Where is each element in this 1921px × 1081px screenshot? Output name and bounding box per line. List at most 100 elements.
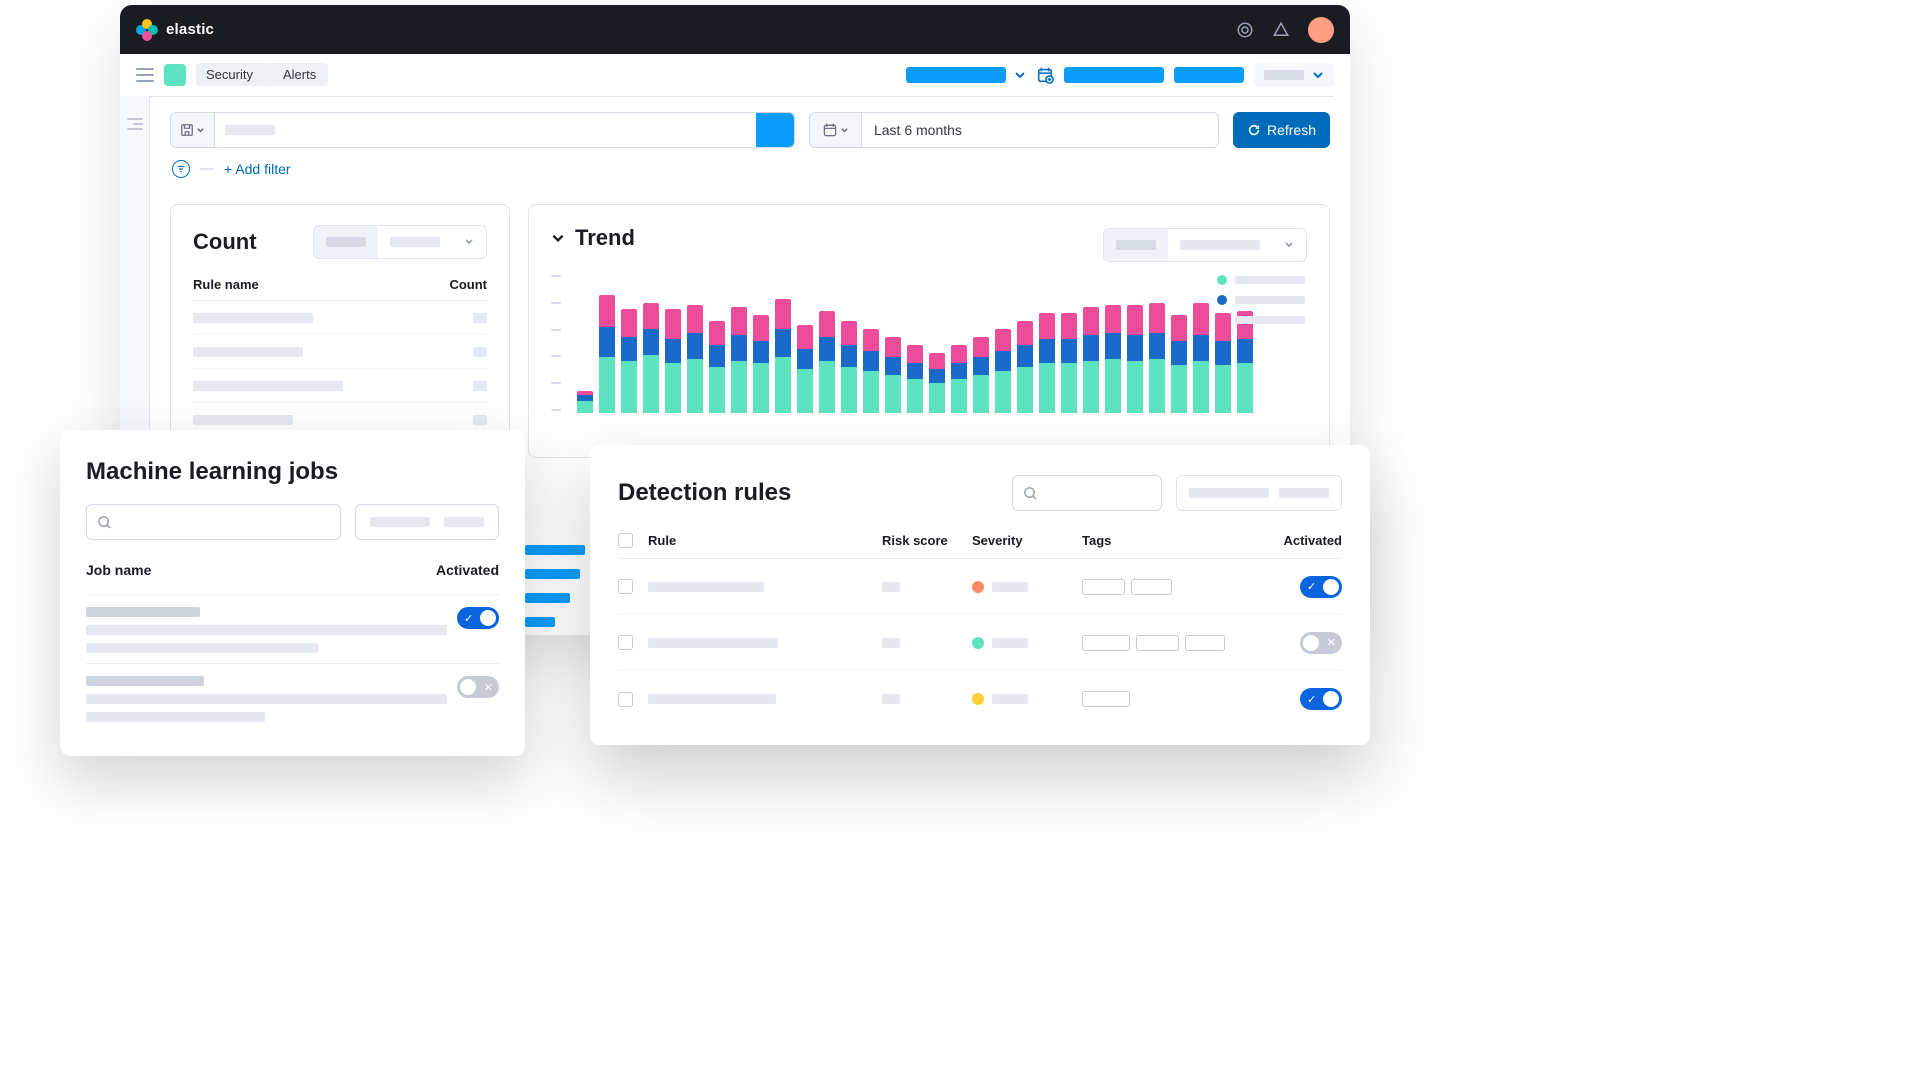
breadcrumb-item-alerts[interactable]: Alerts	[265, 63, 328, 86]
tag-chip[interactable]	[1131, 579, 1172, 595]
calendar-icon	[810, 113, 862, 147]
news-icon[interactable]	[1272, 21, 1290, 39]
elastic-logo-icon	[136, 19, 158, 41]
trend-bar	[643, 303, 659, 413]
row-checkbox[interactable]	[618, 692, 633, 707]
detection-filter-button[interactable]	[1176, 475, 1342, 511]
trend-bar	[819, 311, 835, 413]
row-checkbox[interactable]	[618, 635, 633, 650]
activated-toggle[interactable]: ✕	[457, 676, 499, 698]
trend-bar	[1215, 313, 1231, 413]
detection-rule-row: ✓	[618, 671, 1342, 727]
tag-chip[interactable]	[1082, 579, 1125, 595]
tag-chip[interactable]	[1082, 691, 1130, 707]
saved-query-icon[interactable]	[171, 113, 215, 147]
legend-item[interactable]	[1217, 275, 1305, 285]
nav-toggle-icon[interactable]	[136, 68, 154, 82]
date-range-picker[interactable]: Last 6 months	[809, 112, 1219, 148]
activated-toggle[interactable]: ✓	[1300, 688, 1342, 710]
header-link-2[interactable]	[1064, 67, 1164, 83]
count-row	[193, 301, 487, 335]
filter-bar: + Add filter	[170, 160, 1330, 178]
ml-col-activated: Activated	[436, 562, 499, 578]
count-col-count: Count	[449, 277, 487, 292]
trend-bar	[1149, 303, 1165, 413]
trend-groupby-select[interactable]	[1103, 228, 1307, 262]
severity-dot	[972, 637, 984, 649]
legend-item[interactable]	[1217, 295, 1305, 305]
chevron-down-icon	[1014, 69, 1026, 81]
user-avatar[interactable]	[1308, 17, 1334, 43]
trend-chart	[551, 273, 1307, 413]
detection-card-title: Detection rules	[618, 479, 791, 507]
trend-bar	[1039, 313, 1055, 413]
space-chip[interactable]	[164, 64, 186, 86]
detection-search-input[interactable]	[1012, 475, 1162, 511]
tag-chip[interactable]	[1185, 635, 1225, 651]
trend-bar	[1105, 305, 1121, 413]
trend-bar	[951, 345, 967, 413]
trend-bar	[599, 295, 615, 413]
trend-bar	[1061, 313, 1077, 413]
kql-input[interactable]	[170, 112, 795, 148]
chevron-down-icon	[1312, 69, 1324, 81]
trend-bar	[863, 329, 879, 413]
activated-toggle[interactable]: ✓	[1300, 576, 1342, 598]
header-dropdown[interactable]	[1254, 63, 1334, 87]
header-actions	[1236, 17, 1334, 43]
brand-cluster: elastic	[136, 19, 214, 41]
ml-search-input[interactable]	[86, 504, 341, 540]
date-range-label: Last 6 months	[862, 113, 1218, 147]
activated-toggle[interactable]: ✕	[1300, 632, 1342, 654]
add-filter-button[interactable]: + Add filter	[224, 161, 291, 177]
ml-card-title: Machine learning jobs	[86, 458, 499, 486]
trend-bar	[1171, 315, 1187, 413]
det-col-activated: Activated	[1262, 533, 1342, 548]
detection-table-header: Rule Risk score Severity Tags Activated	[618, 533, 1342, 559]
trend-panel: Trend	[528, 204, 1330, 458]
trend-bar	[687, 305, 703, 413]
trend-bars	[577, 273, 1307, 413]
severity-dot	[972, 693, 984, 705]
breadcrumb: Security Alerts	[196, 63, 328, 86]
count-groupby-select[interactable]	[313, 225, 487, 259]
trend-bar	[929, 353, 945, 413]
ml-filter-button[interactable]	[355, 504, 499, 540]
legend-item[interactable]	[1217, 315, 1305, 325]
trend-bar	[621, 309, 637, 413]
trend-bar	[885, 337, 901, 413]
kql-toggle[interactable]	[756, 113, 794, 147]
trend-bar	[907, 345, 923, 413]
select-all-checkbox[interactable]	[618, 533, 633, 548]
tag-chip[interactable]	[1136, 635, 1180, 651]
header-link-3[interactable]	[1174, 67, 1244, 83]
search-icon	[1023, 486, 1038, 501]
row-checkbox[interactable]	[618, 579, 633, 594]
severity-dot	[972, 581, 984, 593]
chevron-down-icon[interactable]	[551, 231, 565, 245]
refresh-button[interactable]: Refresh	[1233, 112, 1330, 148]
help-icon[interactable]	[1236, 21, 1254, 39]
trend-bar	[797, 325, 813, 413]
activated-toggle[interactable]: ✓	[457, 607, 499, 629]
ml-col-job: Job name	[86, 562, 151, 578]
tag-chip[interactable]	[1082, 635, 1130, 651]
query-bar: Last 6 months Refresh	[170, 112, 1330, 148]
filter-icon[interactable]	[172, 160, 190, 178]
trend-panel-title: Trend	[575, 225, 635, 251]
search-icon	[97, 515, 112, 530]
header-link-1[interactable]	[906, 67, 1026, 83]
trend-bar	[775, 299, 791, 413]
calendar-add-icon[interactable]	[1036, 66, 1054, 84]
trend-bar	[973, 337, 989, 413]
trend-bar	[577, 391, 593, 413]
trend-bar	[753, 315, 769, 413]
panels-row: Count Rule name Count	[170, 204, 1330, 458]
det-col-risk: Risk score	[882, 533, 972, 548]
ml-job-row: ✓	[86, 594, 499, 663]
breadcrumb-item-security[interactable]: Security	[196, 63, 265, 86]
det-col-rule: Rule	[648, 533, 882, 548]
trend-bar	[731, 307, 747, 413]
detection-rules-card: Detection rules Rule Risk score Severity…	[590, 445, 1370, 745]
global-header: elastic	[120, 5, 1350, 54]
